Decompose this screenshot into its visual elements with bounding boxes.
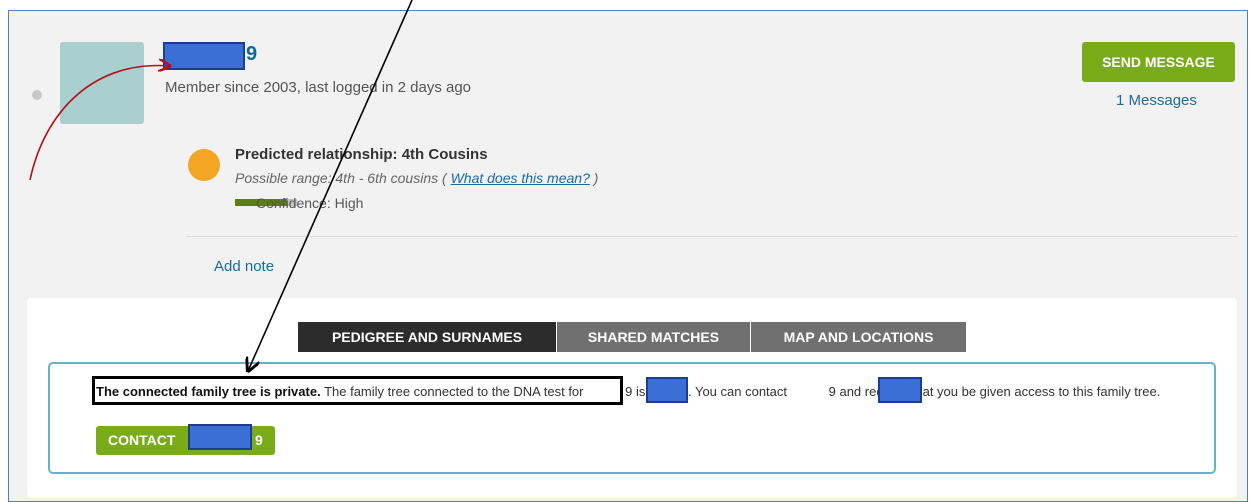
red-arrow bbox=[29, 66, 170, 181]
annotation-arrows bbox=[29, 0, 413, 496]
black-arrow bbox=[248, 0, 413, 371]
